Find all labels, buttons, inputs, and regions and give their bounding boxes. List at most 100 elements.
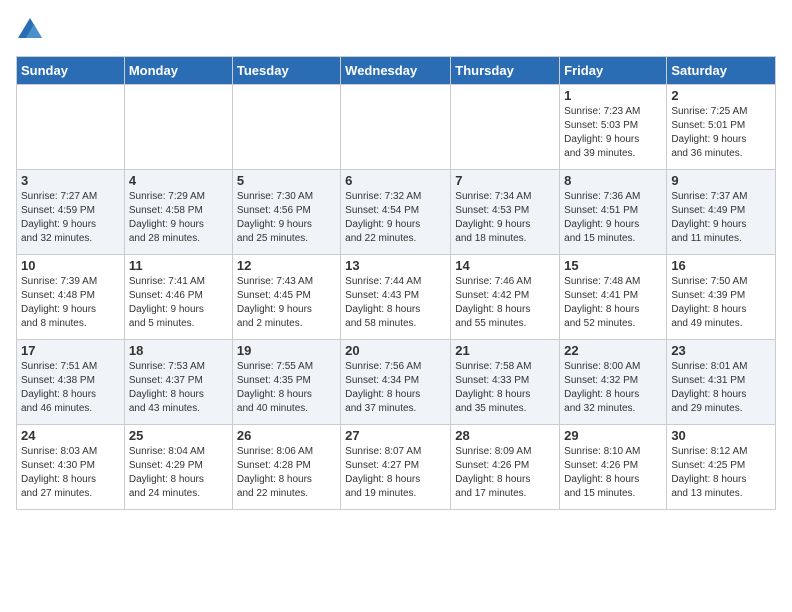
day-info: Sunrise: 7:51 AM Sunset: 4:38 PM Dayligh… — [21, 360, 120, 416]
day-number: 3 — [21, 173, 120, 188]
calendar-day-cell — [17, 85, 125, 170]
day-number: 28 — [455, 428, 555, 443]
day-number: 29 — [564, 428, 662, 443]
calendar-day-cell: 1 Sunrise: 7:23 AM Sunset: 5:03 PM Daylig… — [560, 85, 667, 170]
calendar-week-row: 3 Sunrise: 7:27 AM Sunset: 4:59 PM Daylig… — [17, 170, 776, 255]
calendar-day-cell — [341, 85, 451, 170]
day-info: Sunrise: 7:27 AM Sunset: 4:59 PM Dayligh… — [21, 190, 120, 246]
weekday-header-saturday: Saturday — [667, 57, 776, 85]
day-info: Sunrise: 8:12 AM Sunset: 4:25 PM Dayligh… — [671, 445, 771, 501]
day-info: Sunrise: 8:00 AM Sunset: 4:32 PM Dayligh… — [564, 360, 662, 416]
page-header — [16, 16, 776, 44]
day-number: 13 — [345, 258, 446, 273]
day-info: Sunrise: 7:48 AM Sunset: 4:41 PM Dayligh… — [564, 275, 662, 331]
day-number: 16 — [671, 258, 771, 273]
calendar-day-cell: 21 Sunrise: 7:58 AM Sunset: 4:33 PM Dayli… — [451, 340, 560, 425]
day-number: 8 — [564, 173, 662, 188]
day-number: 22 — [564, 343, 662, 358]
logo-icon — [16, 16, 44, 44]
calendar-day-cell: 20Sunrise: 7:56 AM Sunset: 4:34 PM Dayli… — [341, 340, 451, 425]
weekday-header-tuesday: Tuesday — [232, 57, 340, 85]
calendar-header-row: SundayMondayTuesdayWednesdayThursdayFrid… — [17, 57, 776, 85]
day-number: 19 — [237, 343, 336, 358]
calendar-day-cell: 15 Sunrise: 7:48 AM Sunset: 4:41 PM Dayli… — [560, 255, 667, 340]
calendar-day-cell: 6 Sunrise: 7:32 AM Sunset: 4:54 PM Daylig… — [341, 170, 451, 255]
day-number: 7 — [455, 173, 555, 188]
calendar-week-row: 24 Sunrise: 8:03 AM Sunset: 4:30 PM Dayli… — [17, 425, 776, 510]
calendar-week-row: 1 Sunrise: 7:23 AM Sunset: 5:03 PM Daylig… — [17, 85, 776, 170]
calendar-day-cell — [124, 85, 232, 170]
day-info: Sunrise: 7:53 AM Sunset: 4:37 PM Dayligh… — [129, 360, 228, 416]
calendar-day-cell: 12 Sunrise: 7:43 AM Sunset: 4:45 PM Dayli… — [232, 255, 340, 340]
calendar-day-cell: 26 Sunrise: 8:06 AM Sunset: 4:28 PM Dayli… — [232, 425, 340, 510]
day-info: Sunrise: 7:23 AM Sunset: 5:03 PM Dayligh… — [564, 105, 662, 161]
day-info: Sunrise: 7:39 AM Sunset: 4:48 PM Dayligh… — [21, 275, 120, 331]
day-number: 14 — [455, 258, 555, 273]
weekday-header-wednesday: Wednesday — [341, 57, 451, 85]
calendar-day-cell: 11Sunrise: 7:41 AM Sunset: 4:46 PM Dayli… — [124, 255, 232, 340]
day-info: Sunrise: 7:25 AM Sunset: 5:01 PM Dayligh… — [671, 105, 771, 161]
calendar-day-cell: 25Sunrise: 8:04 AM Sunset: 4:29 PM Dayli… — [124, 425, 232, 510]
calendar-day-cell: 16Sunrise: 7:50 AM Sunset: 4:39 PM Dayli… — [667, 255, 776, 340]
calendar-week-row: 17 Sunrise: 7:51 AM Sunset: 4:38 PM Dayli… — [17, 340, 776, 425]
day-info: Sunrise: 7:56 AM Sunset: 4:34 PM Dayligh… — [345, 360, 446, 416]
calendar-day-cell — [232, 85, 340, 170]
day-number: 21 — [455, 343, 555, 358]
logo — [16, 16, 48, 44]
calendar-day-cell: 17 Sunrise: 7:51 AM Sunset: 4:38 PM Dayli… — [17, 340, 125, 425]
day-number: 6 — [345, 173, 446, 188]
day-number: 23 — [671, 343, 771, 358]
day-info: Sunrise: 7:55 AM Sunset: 4:35 PM Dayligh… — [237, 360, 336, 416]
calendar-day-cell: 8 Sunrise: 7:36 AM Sunset: 4:51 PM Daylig… — [560, 170, 667, 255]
calendar-day-cell: 7 Sunrise: 7:34 AM Sunset: 4:53 PM Daylig… — [451, 170, 560, 255]
day-number: 24 — [21, 428, 120, 443]
day-number: 10 — [21, 258, 120, 273]
calendar-day-cell: 24 Sunrise: 8:03 AM Sunset: 4:30 PM Dayli… — [17, 425, 125, 510]
calendar-day-cell: 28 Sunrise: 8:09 AM Sunset: 4:26 PM Dayli… — [451, 425, 560, 510]
day-number: 5 — [237, 173, 336, 188]
weekday-header-friday: Friday — [560, 57, 667, 85]
day-number: 26 — [237, 428, 336, 443]
weekday-header-sunday: Sunday — [17, 57, 125, 85]
day-info: Sunrise: 7:34 AM Sunset: 4:53 PM Dayligh… — [455, 190, 555, 246]
weekday-header-monday: Monday — [124, 57, 232, 85]
day-number: 27 — [345, 428, 446, 443]
day-info: Sunrise: 8:04 AM Sunset: 4:29 PM Dayligh… — [129, 445, 228, 501]
weekday-header-thursday: Thursday — [451, 57, 560, 85]
calendar-day-cell: 29Sunrise: 8:10 AM Sunset: 4:26 PM Dayli… — [560, 425, 667, 510]
calendar-day-cell: 13 Sunrise: 7:44 AM Sunset: 4:43 PM Dayli… — [341, 255, 451, 340]
calendar-week-row: 10 Sunrise: 7:39 AM Sunset: 4:48 PM Dayli… — [17, 255, 776, 340]
calendar-day-cell: 3 Sunrise: 7:27 AM Sunset: 4:59 PM Daylig… — [17, 170, 125, 255]
calendar-day-cell: 30Sunrise: 8:12 AM Sunset: 4:25 PM Dayli… — [667, 425, 776, 510]
day-number: 17 — [21, 343, 120, 358]
day-info: Sunrise: 7:29 AM Sunset: 4:58 PM Dayligh… — [129, 190, 228, 246]
day-info: Sunrise: 7:43 AM Sunset: 4:45 PM Dayligh… — [237, 275, 336, 331]
calendar-day-cell: 9 Sunrise: 7:37 AM Sunset: 4:49 PM Daylig… — [667, 170, 776, 255]
day-number: 18 — [129, 343, 228, 358]
day-number: 2 — [671, 88, 771, 103]
day-info: Sunrise: 8:09 AM Sunset: 4:26 PM Dayligh… — [455, 445, 555, 501]
day-number: 9 — [671, 173, 771, 188]
day-info: Sunrise: 8:06 AM Sunset: 4:28 PM Dayligh… — [237, 445, 336, 501]
day-number: 15 — [564, 258, 662, 273]
day-info: Sunrise: 8:03 AM Sunset: 4:30 PM Dayligh… — [21, 445, 120, 501]
calendar-day-cell: 4Sunrise: 7:29 AM Sunset: 4:58 PM Daylig… — [124, 170, 232, 255]
day-info: Sunrise: 8:07 AM Sunset: 4:27 PM Dayligh… — [345, 445, 446, 501]
calendar-day-cell: 22 Sunrise: 8:00 AM Sunset: 4:32 PM Dayli… — [560, 340, 667, 425]
calendar-table: SundayMondayTuesdayWednesdayThursdayFrid… — [16, 56, 776, 510]
calendar-day-cell: 10 Sunrise: 7:39 AM Sunset: 4:48 PM Dayli… — [17, 255, 125, 340]
day-number: 12 — [237, 258, 336, 273]
day-info: Sunrise: 7:58 AM Sunset: 4:33 PM Dayligh… — [455, 360, 555, 416]
day-info: Sunrise: 7:37 AM Sunset: 4:49 PM Dayligh… — [671, 190, 771, 246]
calendar-day-cell: 2 Sunrise: 7:25 AM Sunset: 5:01 PM Daylig… — [667, 85, 776, 170]
day-info: Sunrise: 7:36 AM Sunset: 4:51 PM Dayligh… — [564, 190, 662, 246]
day-info: Sunrise: 7:32 AM Sunset: 4:54 PM Dayligh… — [345, 190, 446, 246]
day-info: Sunrise: 7:44 AM Sunset: 4:43 PM Dayligh… — [345, 275, 446, 331]
calendar-day-cell: 18 Sunrise: 7:53 AM Sunset: 4:37 PM Dayli… — [124, 340, 232, 425]
day-info: Sunrise: 7:30 AM Sunset: 4:56 PM Dayligh… — [237, 190, 336, 246]
calendar-day-cell: 14 Sunrise: 7:46 AM Sunset: 4:42 PM Dayli… — [451, 255, 560, 340]
day-info: Sunrise: 7:46 AM Sunset: 4:42 PM Dayligh… — [455, 275, 555, 331]
calendar-day-cell — [451, 85, 560, 170]
day-info: Sunrise: 8:01 AM Sunset: 4:31 PM Dayligh… — [671, 360, 771, 416]
day-number: 1 — [564, 88, 662, 103]
